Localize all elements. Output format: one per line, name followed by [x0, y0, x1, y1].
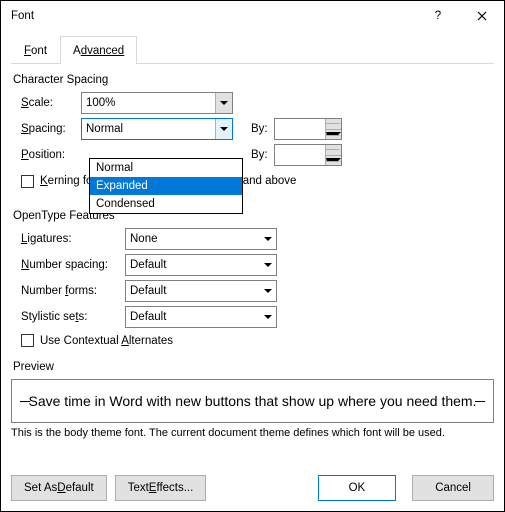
help-button[interactable]: ? [416, 1, 460, 31]
numforms-label: Number forms: [21, 285, 125, 297]
scale-dropdown-button[interactable] [215, 93, 232, 113]
dialog-title: Font [11, 10, 416, 22]
ligatures-dropdown-button[interactable] [260, 229, 276, 249]
tab-advanced[interactable]: Advanced [60, 36, 137, 64]
text-effects-button[interactable]: Text Effects... [115, 475, 207, 501]
spacing-combo[interactable] [81, 118, 233, 140]
spacing-dropdown-button[interactable] [215, 119, 232, 139]
ligatures-combo[interactable] [125, 228, 277, 250]
spacing-input[interactable] [82, 119, 215, 139]
position-by-label: By: [251, 149, 268, 161]
spacing-option-condensed[interactable]: Condensed [90, 195, 242, 213]
chevron-down-icon [264, 315, 272, 319]
scale-input[interactable] [82, 93, 215, 113]
numspacing-dropdown-button[interactable] [260, 255, 276, 275]
ligatures-label: Ligatures: [21, 233, 125, 245]
numspacing-input[interactable] [126, 255, 260, 275]
ok-button[interactable]: OK [318, 475, 397, 501]
spacing-label: Spacing: [21, 123, 81, 135]
chevron-down-icon [264, 289, 272, 293]
tab-strip: Font Advanced [11, 35, 494, 64]
stylsets-input[interactable] [126, 307, 260, 327]
scale-combo[interactable] [81, 92, 233, 114]
kerning-checkbox[interactable] [21, 175, 34, 188]
set-as-default-button[interactable]: Set As Default [11, 475, 107, 501]
close-icon [477, 11, 487, 21]
preview-title: Preview [13, 361, 494, 373]
cancel-button[interactable]: Cancel [412, 475, 494, 501]
spin-down[interactable] [325, 156, 341, 166]
spacing-option-normal[interactable]: Normal [90, 159, 242, 177]
stylsets-label: Stylistic sets: [21, 311, 125, 323]
numforms-combo[interactable] [125, 280, 277, 302]
numforms-input[interactable] [126, 281, 260, 301]
stylsets-dropdown-button[interactable] [260, 307, 276, 327]
preview-text: Save time in Word with new buttons that … [29, 393, 477, 409]
font-dialog: Font ? Font Advanced Character Spacing S… [0, 0, 505, 512]
position-by-spinner[interactable] [274, 144, 342, 166]
spacing-dropdown-list[interactable]: Normal Expanded Condensed [89, 158, 243, 214]
numspacing-combo[interactable] [125, 254, 277, 276]
opentype-title: OpenType Features [13, 210, 494, 222]
spacing-option-expanded[interactable]: Expanded [90, 177, 242, 195]
position-label: Position: [21, 149, 81, 161]
numspacing-label: Number spacing: [21, 259, 125, 271]
spin-up[interactable] [325, 145, 341, 156]
stylsets-combo[interactable] [125, 306, 277, 328]
spacing-by-input[interactable] [275, 119, 325, 139]
spacing-by-label: BBy:y: [251, 123, 268, 135]
close-button[interactable] [460, 1, 504, 31]
dialog-footer: Set As Default Text Effects... OK Cancel [11, 475, 494, 501]
titlebar: Font ? [1, 1, 504, 31]
chevron-down-icon [264, 237, 272, 241]
spacing-by-spinner[interactable] [274, 118, 342, 140]
position-by-input[interactable] [275, 145, 325, 165]
preview-hint: This is the body theme font. The current… [11, 427, 494, 439]
spin-down[interactable] [325, 130, 341, 140]
character-spacing-title: Character Spacing [13, 74, 494, 86]
spin-up[interactable] [325, 119, 341, 130]
chevron-down-icon [220, 101, 228, 105]
ligatures-input[interactable] [126, 229, 260, 249]
contextual-alternates-label: Use Contextual Alternates [40, 335, 173, 347]
scale-label: Scale: [21, 97, 81, 109]
chevron-down-icon [220, 127, 228, 131]
preview-box: Save time in Word with new buttons that … [11, 379, 494, 423]
tab-font[interactable]: Font [11, 36, 60, 64]
contextual-alternates-checkbox[interactable] [21, 334, 34, 347]
chevron-down-icon [264, 263, 272, 267]
numforms-dropdown-button[interactable] [260, 281, 276, 301]
